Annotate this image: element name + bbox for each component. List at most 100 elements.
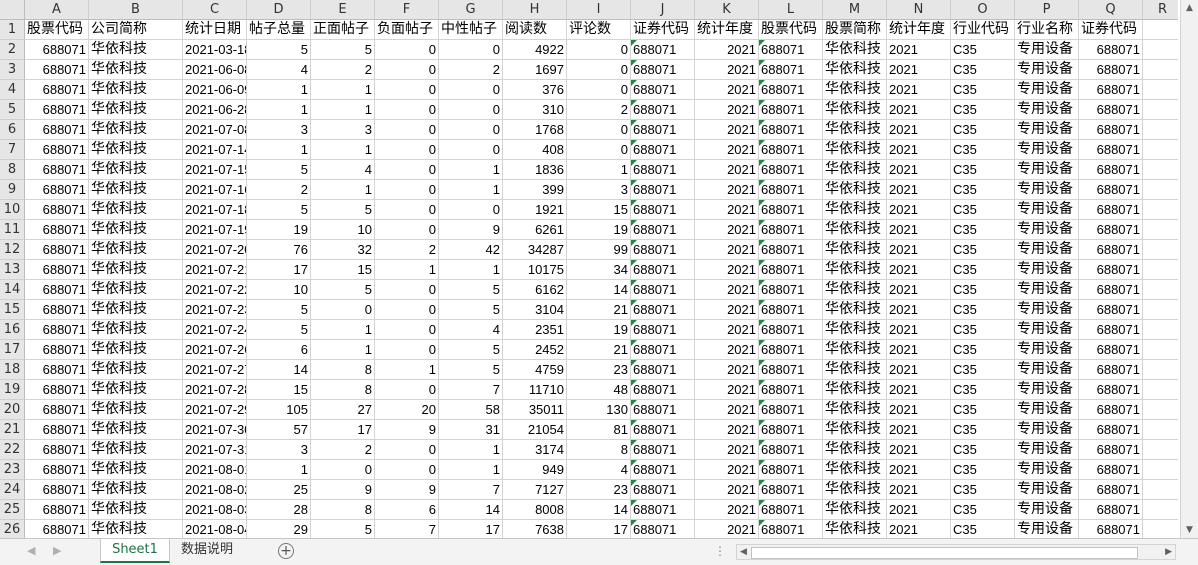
- table-cell[interactable]: 1: [567, 160, 631, 180]
- table-cell[interactable]: 688071: [1079, 220, 1143, 240]
- table-cell[interactable]: 专用设备: [1015, 60, 1079, 80]
- table-cell[interactable]: 688071: [631, 320, 695, 340]
- table-cell[interactable]: 2021-07-28: [183, 380, 247, 400]
- column-header-i[interactable]: I: [567, 0, 631, 20]
- table-cell[interactable]: 2021: [695, 460, 759, 480]
- table-cell[interactable]: 688071: [1079, 320, 1143, 340]
- table-cell[interactable]: 专用设备: [1015, 200, 1079, 220]
- table-cell[interactable]: 6: [375, 500, 439, 520]
- table-cell[interactable]: 1: [439, 440, 503, 460]
- table-cell[interactable]: 专用设备: [1015, 100, 1079, 120]
- table-cell[interactable]: 688071: [1079, 460, 1143, 480]
- table-cell[interactable]: 42: [439, 240, 503, 260]
- table-cell[interactable]: 2: [311, 440, 375, 460]
- table-cell[interactable]: 2021-08-01: [183, 460, 247, 480]
- table-cell[interactable]: 2021: [887, 220, 951, 240]
- table-cell[interactable]: 3: [247, 120, 311, 140]
- table-cell[interactable]: 华依科技: [89, 440, 183, 460]
- table-cell[interactable]: 华依科技: [823, 60, 887, 80]
- table-cell[interactable]: 2021-07-18: [183, 200, 247, 220]
- table-cell[interactable]: 2021: [695, 400, 759, 420]
- table-cell[interactable]: 专用设备: [1015, 260, 1079, 280]
- table-cell[interactable]: 1: [247, 460, 311, 480]
- table-cell[interactable]: 2021: [695, 220, 759, 240]
- select-all-corner[interactable]: [0, 0, 25, 20]
- table-cell[interactable]: C35: [951, 220, 1015, 240]
- table-cell[interactable]: 688071: [25, 360, 89, 380]
- cell-grid[interactable]: 股票代码 公司简称 统计日期 帖子总量 正面帖子 负面帖子 中性帖子 阅读数 评论数 证券代码 统计…: [25, 20, 1178, 538]
- table-cell[interactable]: 1: [247, 80, 311, 100]
- row-header[interactable]: 14: [0, 280, 25, 300]
- table-cell[interactable]: 688071: [25, 100, 89, 120]
- table-cell[interactable]: [1143, 80, 1178, 100]
- table-cell[interactable]: C35: [951, 460, 1015, 480]
- table-cell[interactable]: C35: [951, 280, 1015, 300]
- table-cell[interactable]: C35: [951, 320, 1015, 340]
- table-cell[interactable]: 2021: [695, 420, 759, 440]
- table-cell[interactable]: 2021: [887, 520, 951, 538]
- table-cell[interactable]: 华依科技: [823, 180, 887, 200]
- table-cell[interactable]: 2021: [695, 40, 759, 60]
- table-cell[interactable]: 688071: [631, 300, 695, 320]
- table-cell[interactable]: 2: [311, 60, 375, 80]
- table-cell[interactable]: 0: [375, 440, 439, 460]
- table-cell[interactable]: 15: [311, 260, 375, 280]
- table-cell[interactable]: 688071: [1079, 240, 1143, 260]
- table-cell[interactable]: 20: [375, 400, 439, 420]
- table-cell[interactable]: C35: [951, 360, 1015, 380]
- table-cell[interactable]: 专用设备: [1015, 160, 1079, 180]
- table-cell[interactable]: 688071: [759, 120, 823, 140]
- table-cell[interactable]: 专用设备: [1015, 140, 1079, 160]
- table-cell[interactable]: 688071: [1079, 200, 1143, 220]
- table-cell[interactable]: 2021-07-31: [183, 440, 247, 460]
- row-header[interactable]: 9: [0, 180, 25, 200]
- table-cell[interactable]: 688071: [25, 140, 89, 160]
- table-cell[interactable]: 1: [439, 260, 503, 280]
- table-cell[interactable]: 688071: [631, 240, 695, 260]
- table-cell[interactable]: 14: [567, 500, 631, 520]
- table-cell[interactable]: 399: [503, 180, 567, 200]
- table-cell[interactable]: 专用设备: [1015, 340, 1079, 360]
- table-cell[interactable]: 8008: [503, 500, 567, 520]
- table-cell[interactable]: 华依科技: [823, 520, 887, 538]
- table-cell[interactable]: C35: [951, 520, 1015, 538]
- table-cell[interactable]: 17: [439, 520, 503, 538]
- table-cell[interactable]: 688071: [25, 240, 89, 260]
- table-cell[interactable]: 华依科技: [89, 420, 183, 440]
- table-cell[interactable]: 5: [439, 360, 503, 380]
- table-cell[interactable]: 688071: [631, 200, 695, 220]
- scroll-down-icon[interactable]: ▼: [1181, 522, 1198, 538]
- table-cell[interactable]: 9: [311, 480, 375, 500]
- table-cell[interactable]: 华依科技: [823, 160, 887, 180]
- table-cell[interactable]: 688071: [1079, 40, 1143, 60]
- row-header[interactable]: 15: [0, 300, 25, 320]
- table-cell[interactable]: 1: [439, 160, 503, 180]
- table-cell[interactable]: 6: [247, 340, 311, 360]
- table-cell[interactable]: 4759: [503, 360, 567, 380]
- table-cell[interactable]: 华依科技: [89, 260, 183, 280]
- table-cell[interactable]: C35: [951, 80, 1015, 100]
- table-cell[interactable]: 688071: [25, 480, 89, 500]
- table-cell[interactable]: 2021: [887, 100, 951, 120]
- table-cell[interactable]: C35: [951, 260, 1015, 280]
- table-cell[interactable]: 0: [375, 180, 439, 200]
- table-cell[interactable]: 2: [439, 60, 503, 80]
- table-cell[interactable]: 2021-03-18: [183, 40, 247, 60]
- table-cell[interactable]: 华依科技: [89, 240, 183, 260]
- table-cell[interactable]: [1143, 120, 1178, 140]
- table-cell[interactable]: 14: [567, 280, 631, 300]
- table-cell[interactable]: 华依科技: [89, 220, 183, 240]
- table-cell[interactable]: 10: [247, 280, 311, 300]
- table-cell[interactable]: 2021-08-04: [183, 520, 247, 538]
- table-cell[interactable]: 2021: [695, 280, 759, 300]
- table-cell[interactable]: 华依科技: [823, 300, 887, 320]
- table-cell[interactable]: 688071: [759, 420, 823, 440]
- table-cell[interactable]: 1: [439, 180, 503, 200]
- table-cell[interactable]: [1143, 320, 1178, 340]
- table-cell[interactable]: 688071: [759, 380, 823, 400]
- table-cell[interactable]: 专用设备: [1015, 480, 1079, 500]
- row-header[interactable]: 25: [0, 500, 25, 520]
- table-cell[interactable]: 2021-07-19: [183, 220, 247, 240]
- header-cell[interactable]: [1143, 20, 1178, 40]
- header-cell[interactable]: 评论数: [567, 20, 631, 40]
